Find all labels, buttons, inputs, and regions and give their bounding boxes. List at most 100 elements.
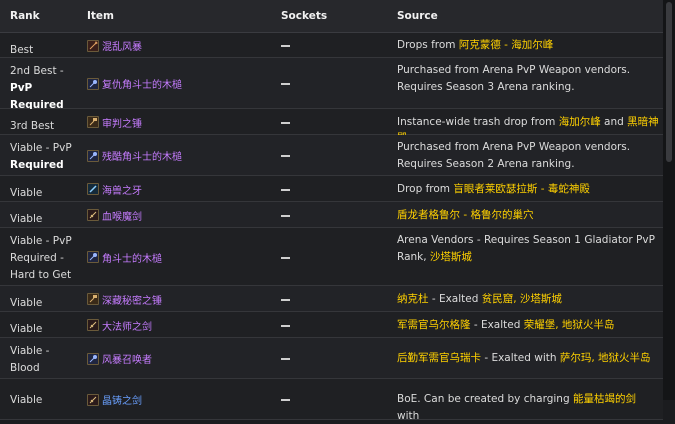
rank-cell: Viable - Blood <box>10 343 78 377</box>
item-link[interactable]: 角斗士的木槌 <box>102 250 162 265</box>
hammer-icon <box>87 293 99 305</box>
source-text: - Exalted <box>470 318 524 331</box>
header-source[interactable]: Source <box>397 10 438 22</box>
table-row: Viable 血喉魔剑 盾龙者格鲁尔 - 格鲁尔的巢穴 <box>0 202 663 228</box>
header-sockets[interactable]: Sockets <box>281 10 327 22</box>
table-row: Viable - PvP Required 残酷角斗士的木槌 Purchased fr… <box>0 135 663 176</box>
source-link[interactable]: 盾龙者格鲁尔 - 格鲁尔的巢穴 <box>397 209 533 221</box>
item-link[interactable]: 复仇角斗士的木槌 <box>102 76 182 91</box>
scrollbar[interactable] <box>663 0 675 400</box>
header-item[interactable]: Item <box>87 10 114 22</box>
source-text: - Exalted with <box>481 352 560 364</box>
rank-text: Viable - <box>10 345 50 357</box>
table-row: Viable 大法师之剑 军需官乌尔格隆 - Exalted 荣耀堡, 地狱火半岛 <box>0 312 663 338</box>
table-row: 3rd Best 审判之锤 Instance-wide trash drop fro… <box>0 109 663 144</box>
table-header: Rank Item Sockets Source <box>0 0 663 33</box>
source-link[interactable]: 萨尔玛, 地狱火半岛 <box>560 352 651 364</box>
source-link[interactable]: 纳克杜 <box>397 293 429 305</box>
source-cell: Drop from 盲眼者莱欧瑟拉斯 - 毒蛇神殿 <box>397 181 659 198</box>
table-row: Viable - Blood 风暴召唤者 后勤军需官乌瑞卡 - Exalted wit… <box>0 338 663 379</box>
sockets-dash <box>281 121 290 124</box>
item-link[interactable]: 海兽之牙 <box>102 182 142 197</box>
rank-cell: Viable <box>10 187 43 199</box>
source-link[interactable]: 荣耀堡, 地狱火半岛 <box>524 319 615 331</box>
item-link[interactable]: 大法师之剑 <box>102 318 152 333</box>
source-cell: Purchased from Arena PvP Weapon vendors.… <box>397 62 659 95</box>
scrollbar-thumb[interactable] <box>666 2 672 162</box>
table-row: 2nd Best - PvP Required 复仇角斗士的木槌 Purchased f… <box>0 58 663 111</box>
rank-cell: Viable <box>10 297 43 309</box>
source-text: Purchased from Arena PvP Weapon vendors.… <box>397 64 631 93</box>
item-link[interactable]: 血喉魔剑 <box>102 208 142 223</box>
header-rank[interactable]: Rank <box>10 10 40 22</box>
item-cell[interactable]: 角斗士的木槌 <box>87 250 162 265</box>
item-link[interactable]: 残酷角斗士的木槌 <box>102 148 182 163</box>
sockets-dash <box>281 83 290 85</box>
source-text: Instance-wide trash drop from <box>397 115 559 128</box>
hammer-icon <box>87 116 99 128</box>
source-cell: 盾龙者格鲁尔 - 格鲁尔的巢穴 <box>397 207 659 224</box>
mace-icon <box>87 149 99 162</box>
source-link[interactable]: 贫民窟, 沙塔斯城 <box>482 293 562 305</box>
item-cell[interactable]: 大法师之剑 <box>87 318 152 333</box>
axe-icon <box>87 39 99 52</box>
items-table: Rank Item Sockets Source Best 混乱风暴 Drops f… <box>0 0 663 422</box>
table-row: Viable - PvP Required - Hard to Get 角斗士的木… <box>0 228 663 286</box>
table-row: Best 混乱风暴 Drops from 阿克蒙德 - 海加尔峰 <box>0 33 663 58</box>
source-text: and <box>600 115 628 128</box>
source-text: Drops from <box>397 39 459 51</box>
item-cell[interactable]: 混乱风暴 <box>87 38 142 53</box>
source-link[interactable]: 军需官乌尔格隆 <box>397 319 471 331</box>
item-cell[interactable]: 海兽之牙 <box>87 182 142 197</box>
rank-text: Viable - PvP <box>10 142 72 154</box>
table-row: Viable 深藏秘密之锤 纳克杜 - Exalted 贫民窟, 沙塔斯城 <box>0 286 663 312</box>
source-text: BoE. Can be created by charging <box>397 393 573 405</box>
sword-icon <box>87 319 99 331</box>
source-link[interactable]: 海加尔峰 <box>559 116 601 128</box>
item-cell[interactable]: 残酷角斗士的木槌 <box>87 148 182 163</box>
dagger-icon <box>87 183 99 195</box>
sockets-dash <box>281 399 290 401</box>
source-cell: 纳克杜 - Exalted 贫民窟, 沙塔斯城 <box>397 291 659 308</box>
rank-cell: 3rd Best <box>10 120 55 132</box>
item-cell[interactable]: 血喉魔剑 <box>87 208 142 223</box>
rank-text: Blood <box>10 362 40 374</box>
source-cell: Arena Vendors - Requires Season 1 Gladia… <box>397 232 659 265</box>
source-link[interactable]: 阿克蒙德 - 海加尔峰 <box>459 39 553 51</box>
source-link[interactable]: 沙塔斯城 <box>430 251 472 263</box>
item-link[interactable]: 混乱风暴 <box>102 38 142 53</box>
item-cell[interactable]: 风暴召唤者 <box>87 351 152 366</box>
source-link[interactable]: 能量枯竭的剑 <box>573 393 636 405</box>
source-link[interactable]: 盲眼者莱欧瑟拉斯 - 毒蛇神殿 <box>453 183 589 195</box>
sockets-dash <box>281 155 290 157</box>
table-body: Best 混乱风暴 Drops from 阿克蒙德 - 海加尔峰 2nd Best -… <box>0 33 663 422</box>
rank-cell: Viable - PvP Required <box>10 140 78 174</box>
source-cell: 后勤军需官乌瑞卡 - Exalted with 萨尔玛, 地狱火半岛 <box>397 350 659 367</box>
table-row: Viable 海兽之牙 Drop from 盲眼者莱欧瑟拉斯 - 毒蛇神殿 <box>0 176 663 202</box>
item-link[interactable]: 风暴召唤者 <box>102 351 152 366</box>
source-text: Drop from <box>397 182 454 195</box>
mace-icon <box>87 251 99 263</box>
rank-cell: Viable - PvP Required - Hard to Get <box>10 235 72 281</box>
sword-icon <box>87 209 99 221</box>
rank-text: 2nd Best - <box>10 65 64 77</box>
source-text: with <box>397 409 420 422</box>
sockets-dash <box>281 188 290 191</box>
item-link[interactable]: 深藏秘密之锤 <box>102 292 162 307</box>
sockets-dash <box>281 214 290 217</box>
rank-cell: 2nd Best - PvP Required <box>10 63 78 114</box>
source-cell: Purchased from Arena PvP Weapon vendors.… <box>397 139 659 172</box>
item-link[interactable]: 审判之锤 <box>102 115 142 130</box>
source-text: Purchased from Arena PvP Weapon vendors.… <box>397 141 631 170</box>
rank-cell: Viable <box>10 213 43 225</box>
source-link[interactable]: 后勤军需官乌瑞卡 <box>397 352 481 364</box>
source-cell: 军需官乌尔格隆 - Exalted 荣耀堡, 地狱火半岛 <box>397 317 659 334</box>
item-cell[interactable]: 审判之锤 <box>87 115 142 130</box>
source-cell: Drops from 阿克蒙德 - 海加尔峰 <box>397 37 659 54</box>
item-cell[interactable]: 复仇角斗士的木槌 <box>87 76 182 91</box>
source-cell: BoE. Can be created by charging 能量枯竭的剑 w… <box>397 391 659 424</box>
rank-text: Required <box>10 159 64 171</box>
rank-cell: Best <box>10 44 34 56</box>
sockets-dash <box>281 324 290 327</box>
item-cell[interactable]: 深藏秘密之锤 <box>87 292 162 307</box>
